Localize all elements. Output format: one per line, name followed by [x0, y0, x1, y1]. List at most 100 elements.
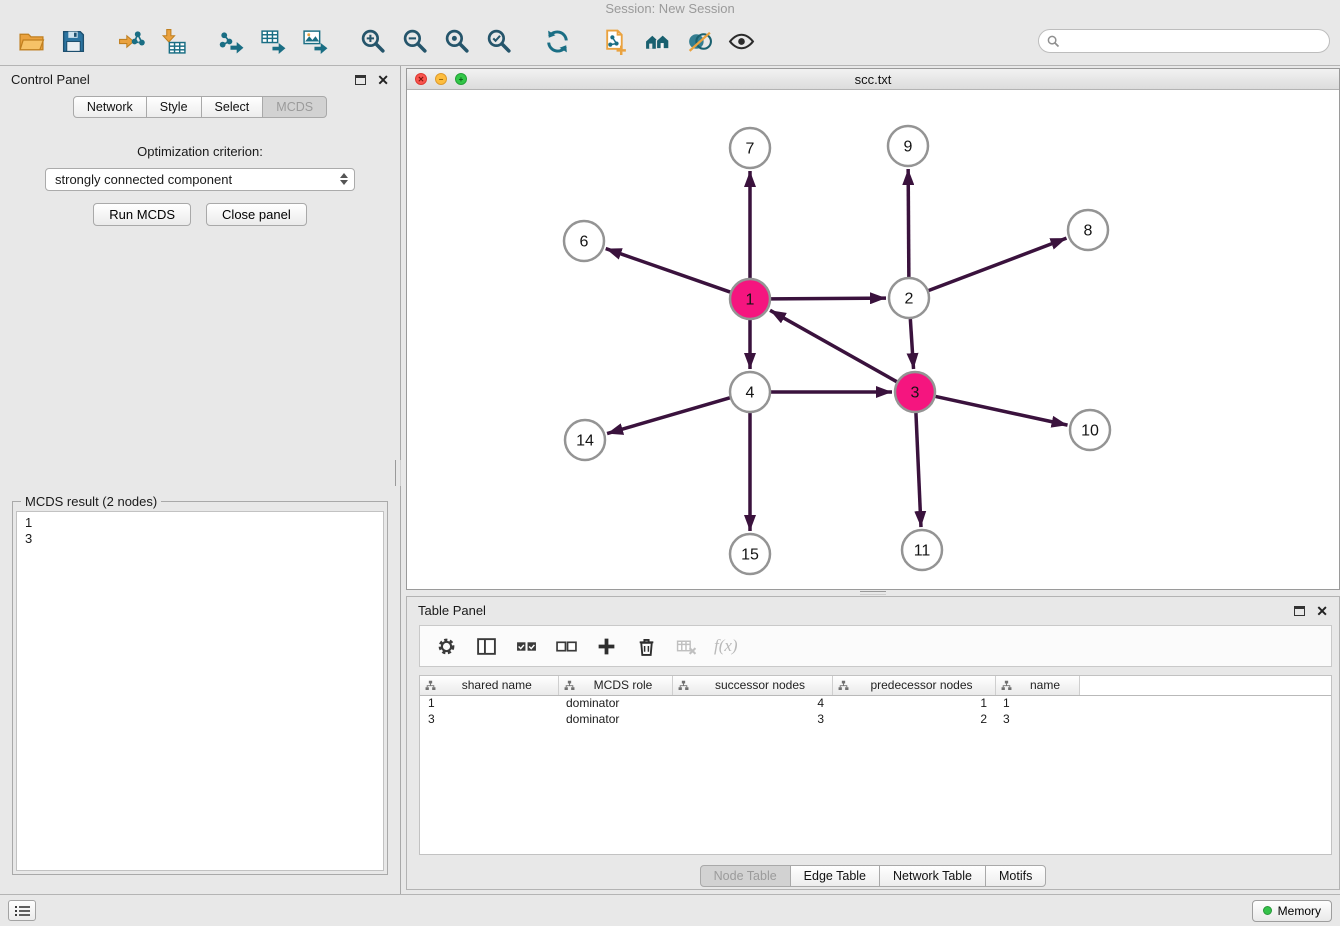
- import-network-button[interactable]: [110, 21, 152, 61]
- close-table-panel-icon[interactable]: ✕: [1316, 605, 1328, 617]
- delete-column-button[interactable]: [628, 629, 664, 663]
- export-network-button[interactable]: [210, 21, 252, 61]
- graph-edge-2-3[interactable]: [910, 319, 913, 369]
- function-builder-button[interactable]: f(x): [708, 636, 744, 656]
- tab-select[interactable]: Select: [201, 96, 264, 118]
- tab-network[interactable]: Network: [73, 96, 147, 118]
- window-zoom-icon[interactable]: +: [455, 73, 467, 85]
- import-table-button[interactable]: [152, 21, 194, 61]
- graph-node-15[interactable]: 15: [730, 534, 770, 574]
- table-cell[interactable]: 3: [420, 711, 558, 727]
- table-tab-node-table[interactable]: Node Table: [700, 865, 791, 887]
- graph-node-2[interactable]: 2: [889, 278, 929, 318]
- apply-layout-button[interactable]: [536, 21, 578, 61]
- table-cell[interactable]: dominator: [558, 695, 672, 711]
- graph-edge-3-11[interactable]: [916, 413, 921, 527]
- table-settings-button[interactable]: [428, 629, 464, 663]
- task-history-button[interactable]: [8, 900, 36, 921]
- graph-node-9[interactable]: 9: [888, 126, 928, 166]
- open-session-button[interactable]: [10, 21, 52, 61]
- table-tab-network-table[interactable]: Network Table: [879, 865, 986, 887]
- column-header-successor-nodes[interactable]: successor nodes: [672, 676, 832, 695]
- delete-table-button[interactable]: [668, 629, 704, 663]
- graph-edge-2-8[interactable]: [929, 238, 1067, 290]
- mcds-result-line: 1: [25, 515, 375, 531]
- zoom-in-button[interactable]: [352, 21, 394, 61]
- window-close-icon[interactable]: ✕: [415, 73, 427, 85]
- mcds-result-line: 3: [25, 531, 375, 547]
- network-graph[interactable]: 7 9 6 8 1 2 4 3 14 10 15 11: [407, 90, 1339, 589]
- graph-node-1[interactable]: 1: [730, 279, 770, 319]
- add-column-button[interactable]: [588, 629, 624, 663]
- table-row[interactable]: 1dominator411: [420, 695, 1331, 711]
- window-minimize-icon[interactable]: −: [435, 73, 447, 85]
- close-panel-button[interactable]: Close panel: [206, 203, 307, 226]
- column-header-predecessor-nodes[interactable]: predecessor nodes: [832, 676, 995, 695]
- memory-button[interactable]: Memory: [1252, 900, 1332, 922]
- split-panel-button[interactable]: [468, 629, 504, 663]
- float-panel-icon[interactable]: [355, 75, 366, 85]
- graph-edge-1-6[interactable]: [606, 249, 730, 292]
- graph-edge-3-1[interactable]: [770, 310, 897, 381]
- graph-node-6[interactable]: 6: [564, 221, 604, 261]
- export-table-button[interactable]: [252, 21, 294, 61]
- import-table-icon: [160, 28, 187, 55]
- criterion-select[interactable]: strongly connected component: [45, 168, 355, 191]
- table-row[interactable]: 3dominator323: [420, 711, 1331, 727]
- table-cell[interactable]: 3: [672, 711, 832, 727]
- table-cell[interactable]: 4: [672, 695, 832, 711]
- zoom-in-icon: [360, 28, 387, 55]
- graph-edge-1-2[interactable]: [771, 298, 886, 299]
- search-input[interactable]: [1066, 34, 1321, 48]
- zoom-fit-button[interactable]: [436, 21, 478, 61]
- float-table-panel-icon[interactable]: [1294, 606, 1305, 616]
- graph-node-11[interactable]: 11: [902, 530, 942, 570]
- close-panel-icon[interactable]: ✕: [377, 74, 389, 86]
- export-image-button[interactable]: [294, 21, 336, 61]
- first-neighbors-button[interactable]: [636, 21, 678, 61]
- network-canvas[interactable]: 7 9 6 8 1 2 4 3 14 10 15 11: [407, 90, 1339, 589]
- deselect-all-button[interactable]: [548, 629, 584, 663]
- graph-edge-2-9[interactable]: [908, 169, 909, 277]
- table-tab-motifs[interactable]: Motifs: [985, 865, 1046, 887]
- svg-text:1: 1: [746, 292, 755, 309]
- show-hide-button[interactable]: [720, 21, 762, 61]
- tab-style[interactable]: Style: [146, 96, 202, 118]
- zoom-selected-button[interactable]: [478, 21, 520, 61]
- style-button[interactable]: [678, 21, 720, 61]
- table-panel-tabs: Node TableEdge TableNetwork TableMotifs: [407, 865, 1339, 887]
- graph-node-8[interactable]: 8: [1068, 210, 1108, 250]
- main-toolbar: [0, 17, 1340, 66]
- criterion-select-value: strongly connected component: [55, 172, 232, 187]
- table-cell[interactable]: 2: [832, 711, 995, 727]
- column-sort-icon: [678, 680, 689, 691]
- graph-node-10[interactable]: 10: [1070, 410, 1110, 450]
- table-tab-edge-table[interactable]: Edge Table: [790, 865, 880, 887]
- table-cell[interactable]: 1: [832, 695, 995, 711]
- search-field: [1038, 29, 1330, 53]
- node-table: shared nameMCDS rolesuccessor nodesprede…: [419, 675, 1332, 855]
- table-cell[interactable]: 3: [995, 711, 1079, 727]
- save-session-button[interactable]: [52, 21, 94, 61]
- graph-node-3[interactable]: 3: [895, 372, 935, 412]
- graph-node-7[interactable]: 7: [730, 128, 770, 168]
- control-panel: Control Panel ✕ NetworkStyleSelectMCDS O…: [0, 66, 401, 894]
- gear-icon: [436, 636, 457, 657]
- zoom-out-button[interactable]: [394, 21, 436, 61]
- tab-mcds[interactable]: MCDS: [262, 96, 327, 118]
- graph-node-4[interactable]: 4: [730, 372, 770, 412]
- table-cell[interactable]: dominator: [558, 711, 672, 727]
- list-icon: [15, 905, 30, 917]
- column-header-mcds-role[interactable]: MCDS role: [558, 676, 672, 695]
- graph-node-14[interactable]: 14: [565, 420, 605, 460]
- clone-network-button[interactable]: [594, 21, 636, 61]
- table-cell[interactable]: 1: [995, 695, 1079, 711]
- column-header-name[interactable]: name: [995, 676, 1079, 695]
- column-header-shared-name[interactable]: shared name: [420, 676, 558, 695]
- graph-edge-3-10[interactable]: [936, 396, 1068, 425]
- mcds-result-text[interactable]: 13: [16, 511, 384, 871]
- run-mcds-button[interactable]: Run MCDS: [93, 203, 191, 226]
- select-all-button[interactable]: [508, 629, 544, 663]
- graph-edge-4-14[interactable]: [607, 398, 730, 434]
- table-cell[interactable]: 1: [420, 695, 558, 711]
